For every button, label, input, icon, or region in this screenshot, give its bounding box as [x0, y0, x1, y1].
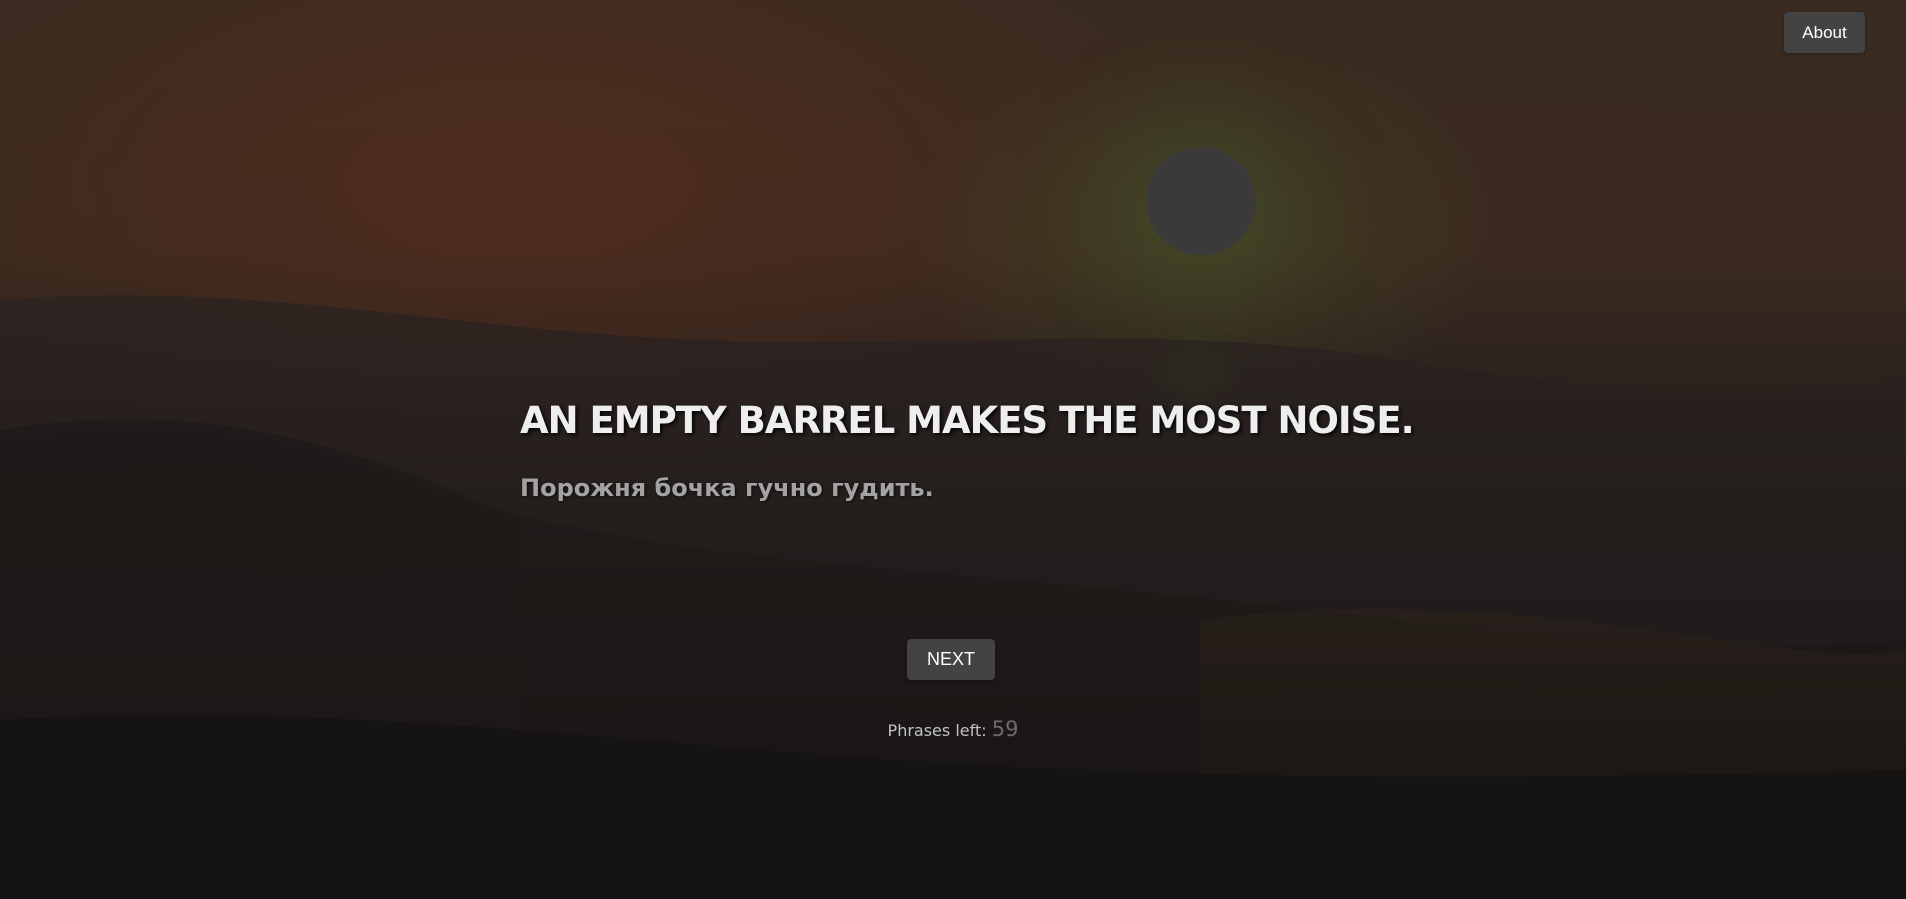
phrases-left-value: 59 [991, 717, 1019, 741]
phrases-left-counter: Phrases left: 59 [0, 717, 1906, 741]
sea-waves-image [0, 295, 1906, 899]
background-scene: About AN EMPTY BARREL MAKES THE MOST NOI… [0, 0, 1906, 899]
next-button[interactable]: NEXT [907, 639, 995, 680]
phrases-left-label: Phrases left: [887, 721, 987, 740]
about-button[interactable]: About [1784, 12, 1865, 53]
phrase-english: AN EMPTY BARREL MAKES THE MOST NOISE. [520, 399, 1415, 442]
phrase-translation: Порожня бочка гучно гудить. [520, 474, 934, 502]
